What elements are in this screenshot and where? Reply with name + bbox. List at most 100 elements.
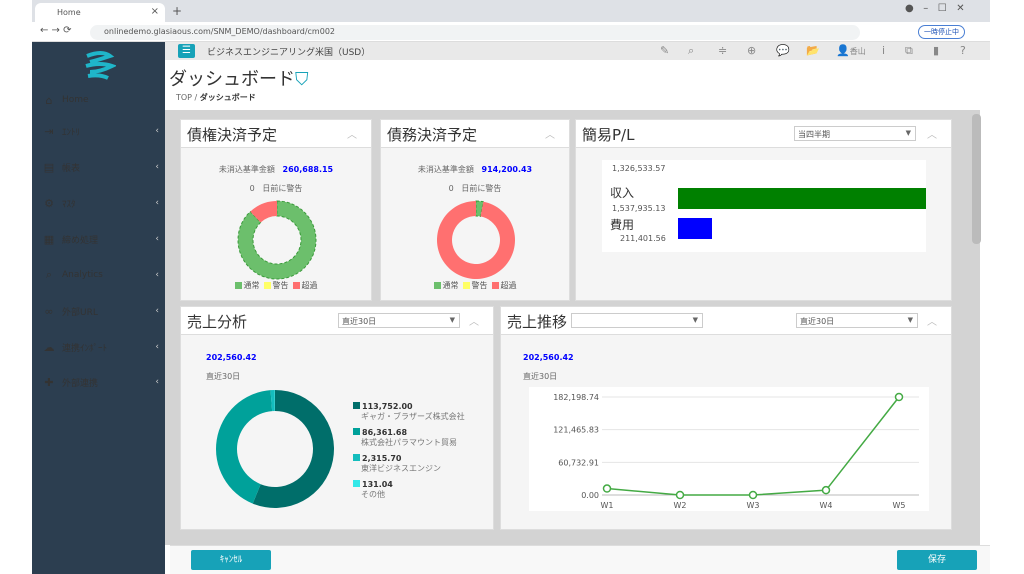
bookmark-icon[interactable]: ⛉ [295,69,309,90]
footer-bar [170,545,990,574]
sidebar-item-label: Analytics [62,270,103,280]
chevron-left-icon: ‹ [155,270,159,280]
puzzle-icon: ✚ [44,375,54,389]
cloud-upload-icon: ☁ [43,340,55,354]
receivable-donut [237,200,317,280]
sales-trend-panel: 売上推移 ▼ 直近30日 ▼ ︿ 202,560.42 直近30日 182,198… [500,306,952,530]
breadcrumb: TOP / ダッシュボード [176,93,256,102]
breadcrumb-top[interactable]: TOP [176,93,192,102]
sales-trend-period-select[interactable]: 直近30日 ▼ [796,313,918,328]
sidebar-item-0[interactable]: ⌂ Home [32,89,165,111]
scrollbar[interactable] [972,114,981,244]
sales-legend-item: 113,752.00 ギャガ・ブラザーズ株式会社 [353,402,465,422]
entry-icon: ⇥ [44,124,54,138]
menu-toggle-button[interactable]: ☰ [178,44,195,58]
x-tick-label: W5 [893,501,906,510]
panel-title: 売上推移 [507,313,568,331]
sidebar-item-2[interactable]: ▤ 帳表 ‹ [32,156,165,178]
search-icon: ⌕ [45,268,53,281]
sales-legend-item: 131.04 その他 [353,480,465,500]
donut-slice [437,201,515,279]
panel-title: 債務決済予定 [387,126,478,144]
sidebar-item-5[interactable]: ⌕ Analytics ‹ [32,264,165,286]
sidebar-item-label: 外部連携 [62,378,99,389]
sales-analysis-period-select[interactable]: 直近30日 ▼ [338,313,460,328]
collapse-icon[interactable]: ︿ [927,126,937,141]
search-icon[interactable]: ⌕ [688,44,694,58]
sidebar-item-3[interactable]: ⚙ ﾏｽﾀ ‹ [32,192,165,214]
user-icon[interactable]: 👤香山 [836,44,866,57]
income-bar [678,188,926,209]
x-tick-label: W3 [747,501,760,510]
collapse-icon[interactable]: ︿ [545,126,555,141]
sidebar-item-1[interactable]: ⇥ ｴﾝﾄﾘ ‹ [32,120,165,142]
y-tick-label: 60,732.91 [558,458,599,467]
pl-panel: 簡易P/L 当四半期 ▼ ︿ 1,326,533.57 収入 1,537,935.… [575,119,952,301]
sidebar-item-8[interactable]: ✚ 外部連携 ‹ [32,371,165,393]
brush-icon[interactable]: ✎ [660,44,669,57]
sales-legend-item: 2,315.70 東洋ビジネスエンジン [353,454,465,474]
panel-title: 売上分析 [187,313,248,331]
info-icon[interactable]: i [882,44,885,57]
sales-total: 202,560.42 [206,353,257,362]
close-tab-icon[interactable]: × [151,6,159,17]
collapse-icon[interactable]: ︿ [469,313,479,328]
data-point [748,490,758,500]
logo-icon [85,51,116,80]
document-icon: ▤ [43,160,55,174]
filter-icon[interactable]: ≑ [718,44,727,57]
payable-donut [437,200,515,279]
tab-title: Home [57,8,81,17]
sidebar-item-6[interactable]: ∞ 外部URL ‹ [32,300,165,322]
panel-title: 債権決済予定 [187,126,278,144]
panel-title: 簡易P/L [582,126,635,144]
collapse-icon[interactable]: ︿ [927,313,937,328]
cancel-button[interactable]: ｷｬﾝｾﾙ [191,550,271,570]
payable-amount: 914,200.43 [481,165,533,174]
sidebar-item-label: 外部URL [62,307,98,318]
save-button[interactable]: 保存 [897,550,977,570]
pl-period-select[interactable]: 当四半期 ▼ [794,126,916,141]
window-controls[interactable]: ● – ☐ ✕ [905,3,965,14]
paused-badge[interactable]: 一時停止中 [918,25,965,39]
chevron-left-icon: ‹ [155,306,159,316]
nav-buttons[interactable]: ← → ⟳ [40,25,72,36]
x-tick-label: W4 [820,501,833,510]
y-tick-label: 121,465.83 [553,426,599,435]
add-circle-icon[interactable]: ⊕ [747,44,756,57]
new-tab-button[interactable]: + [172,4,182,18]
sidebar-item-label: ﾏｽﾀ [62,199,76,210]
sidebar-item-label: ｴﾝﾄﾘ [62,127,81,138]
sales-trend-chart: 182,198.74 121,465.83 60,732.91 0.00W1 W2 W3 W… [529,387,929,511]
home-icon: ⌂ [45,93,53,107]
company-name: ビジネスエンジニアリング米国（USD） [207,48,371,58]
breadcrumb-current: ダッシュボード [199,93,256,102]
calendar-icon: ▦ [43,232,55,246]
data-point [675,490,685,500]
data-point [602,484,612,493]
expense-bar [678,218,713,239]
sales-legend-item: 86,361.68 株式会社パラマウント貿易 [353,428,465,448]
pl-chart: 1,326,533.57 収入 1,537,935.13 費用 211,401.… [602,160,926,252]
folder-icon[interactable]: 📂 [806,44,820,57]
sidebar-item-7[interactable]: ☁ 連携ｲﾝﾎﾟｰﾄ ‹ [32,336,165,358]
sidebar-item-4[interactable]: ▦ 締め処理 ‹ [32,228,165,250]
data-point [894,392,904,402]
gear-icon: ⚙ [44,196,54,210]
chevron-left-icon: ‹ [155,198,159,208]
copy-icon[interactable]: ⧉ [905,44,913,58]
bookmark-icon[interactable]: ▮ [933,44,939,57]
sales-trend-filter-select[interactable]: ▼ [571,313,703,328]
sidebar-item-label: Home [62,95,89,105]
x-tick-label: W1 [601,501,614,510]
browser-tab[interactable]: Home × [35,3,165,22]
collapse-icon[interactable]: ︿ [347,126,357,141]
y-tick-label: 0.00 [581,491,599,500]
chevron-left-icon: ‹ [155,234,159,244]
series-line [606,396,900,496]
url-input[interactable]: onlinedemo.glasiaous.com/SNM_DEMO/dashbo… [90,25,860,40]
sidebar-item-label: 締め処理 [62,235,99,246]
receivable-panel: 債権決済予定 ︿ 未消込基準金額 260,688.15 0 日前に警告 通常 警告超… [180,119,372,301]
help-icon[interactable]: ? [960,44,966,57]
chat-icon[interactable]: 💬 [776,44,790,57]
